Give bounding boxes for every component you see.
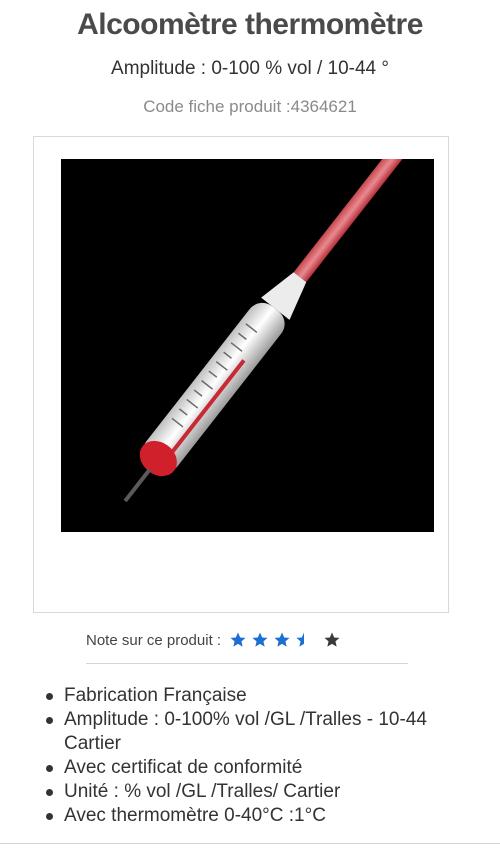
rating-divider [86, 663, 408, 664]
star-full-icon[interactable] [229, 631, 247, 649]
bullet-icon [46, 789, 53, 796]
section-divider [0, 843, 500, 844]
rating-label: Note sur ce produit : [86, 631, 222, 649]
feature-item: Avec certificat de conformité [44, 756, 484, 780]
bullet-icon [46, 693, 53, 700]
feature-item: Avec thermomètre 0-40°C :1°C [44, 804, 484, 828]
feature-text: Unité : % vol /GL /Tralles/ Cartier [64, 781, 341, 802]
stem [293, 159, 434, 283]
bullet-icon [46, 765, 53, 772]
bullet-icon [46, 813, 53, 820]
product-image-frame [33, 136, 449, 613]
feature-text: Amplitude : 0-100% vol /GL /Tralles - 10… [64, 709, 427, 754]
star-empty-icon[interactable] [323, 631, 341, 649]
product-code: Code fiche produit :4364621 [143, 97, 357, 116]
feature-text: Avec certificat de conformité [64, 757, 303, 778]
bullet-icon [46, 717, 53, 724]
star-full-icon[interactable] [273, 631, 291, 649]
feature-text: Avec thermomètre 0-40°C :1°C [64, 805, 326, 826]
product-subtitle: Amplitude : 0-100 % vol / 10-44 ° [111, 58, 389, 79]
feature-item: Amplitude : 0-100% vol /GL /Tralles - 10… [44, 708, 484, 756]
product-title: Alcoomètre thermomètre [77, 8, 423, 41]
feature-list: Fabrication Française Amplitude : 0-100%… [44, 684, 484, 828]
product-rating: Note sur ce produit : [86, 628, 341, 652]
product-image[interactable] [61, 159, 434, 532]
star-full-icon[interactable] [251, 631, 269, 649]
feature-item: Fabrication Française [44, 684, 484, 708]
star-half-icon[interactable] [295, 631, 313, 649]
alcoholmeter-thermometer-illustration [123, 159, 434, 503]
rating-stars[interactable] [229, 631, 341, 649]
feature-item: Unité : % vol /GL /Tralles/ Cartier [44, 780, 484, 804]
feature-text: Fabrication Française [64, 685, 247, 706]
